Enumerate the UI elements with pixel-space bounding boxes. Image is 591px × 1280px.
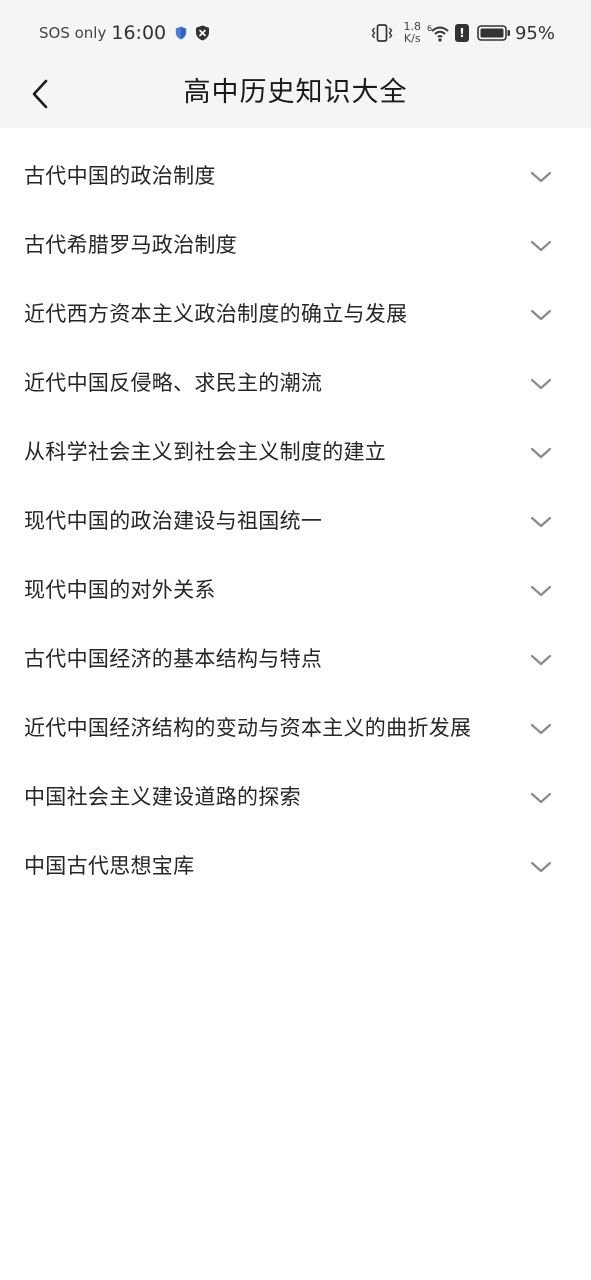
battery-percentage: 95%: [514, 22, 555, 44]
battery-icon: [477, 24, 511, 42]
list-item-label: 近代中国经济结构的变动与资本主义的曲折发展: [24, 716, 472, 740]
list-item-label: 从科学社会主义到社会主义制度的建立: [24, 440, 387, 464]
topic-list: 古代中国的政治制度 古代希腊罗马政治制度 近代西方资本主义政治制度的确立与发展 …: [0, 142, 591, 901]
shield-icon: [175, 26, 187, 40]
list-item-label: 中国古代思想宝库: [24, 854, 195, 878]
list-item[interactable]: 中国社会主义建设道路的探索: [0, 763, 591, 832]
network-speed: 1.8 K/s: [403, 21, 421, 45]
chevron-down-icon: [529, 376, 553, 392]
list-item-label: 中国社会主义建设道路的探索: [24, 785, 301, 809]
list-item[interactable]: 古代中国经济的基本结构与特点: [0, 625, 591, 694]
list-item[interactable]: 古代中国的政治制度: [0, 142, 591, 211]
list-item[interactable]: 中国古代思想宝库: [0, 832, 591, 901]
app-header: 高中历史知识大全: [0, 64, 591, 128]
list-item-label: 古代中国经济的基本结构与特点: [24, 647, 323, 671]
list-item-label: 近代西方资本主义政治制度的确立与发展: [24, 302, 408, 326]
chevron-down-icon: [529, 721, 553, 737]
clock-time: 16:00: [111, 22, 167, 44]
chevron-down-icon: [529, 583, 553, 599]
chevron-down-icon: [529, 307, 553, 323]
network-speed-unit: K/s: [403, 32, 421, 45]
list-item-label: 古代希腊罗马政治制度: [24, 233, 237, 257]
list-item-label: 现代中国的对外关系: [24, 578, 216, 602]
list-item-label: 古代中国的政治制度: [24, 164, 216, 188]
list-item[interactable]: 近代中国反侵略、求民主的潮流: [0, 349, 591, 418]
chevron-down-icon: [529, 169, 553, 185]
chevron-down-icon: [529, 514, 553, 530]
chevron-down-icon: [529, 790, 553, 806]
alert-icon: !: [454, 24, 469, 42]
list-item[interactable]: 从科学社会主义到社会主义制度的建立: [0, 418, 591, 487]
security-notification-icon: [195, 25, 210, 41]
chevron-down-icon: [529, 238, 553, 254]
wifi-icon: 6: [427, 23, 451, 43]
wifi-6-label: 6: [427, 24, 432, 33]
list-item-label: 近代中国反侵略、求民主的潮流: [24, 371, 323, 395]
list-item[interactable]: 现代中国的政治建设与祖国统一: [0, 487, 591, 556]
page-title: 高中历史知识大全: [183, 77, 408, 108]
list-item[interactable]: 近代中国经济结构的变动与资本主义的曲折发展: [0, 694, 591, 763]
status-bar-right: 1.8 K/s 6 ! 95%: [371, 20, 555, 46]
chevron-down-icon: [529, 652, 553, 668]
status-bar-left: SOS only 16:00: [39, 22, 210, 44]
status-bar: SOS only 16:00 1.8 K/s 6 ! 95%: [0, 0, 591, 64]
list-item[interactable]: 现代中国的对外关系: [0, 556, 591, 625]
list-item[interactable]: 古代希腊罗马政治制度: [0, 211, 591, 280]
list-item[interactable]: 近代西方资本主义政治制度的确立与发展: [0, 280, 591, 349]
chevron-down-icon: [529, 859, 553, 875]
chevron-down-icon: [529, 445, 553, 461]
vibrate-icon: [371, 23, 393, 43]
carrier-text: SOS only: [39, 24, 107, 42]
list-item-label: 现代中国的政治建设与祖国统一: [24, 509, 323, 533]
